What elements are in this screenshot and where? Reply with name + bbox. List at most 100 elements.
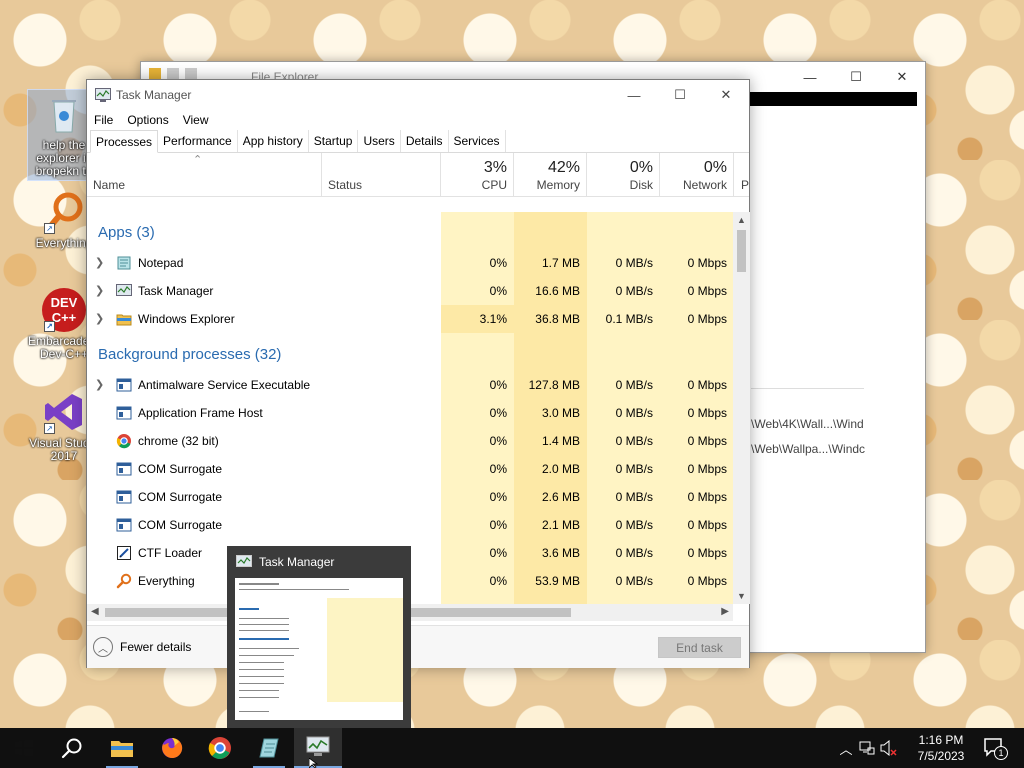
- footer-bar: ︿ Fewer details End task: [87, 625, 749, 668]
- scroll-right-icon[interactable]: ▶: [721, 606, 729, 617]
- menu-options[interactable]: Options: [127, 113, 168, 127]
- disk-total: 0%: [629, 159, 653, 176]
- memory-value: 2.0 MB: [541, 462, 580, 476]
- mini-line: [239, 630, 289, 631]
- process-window-icon: [116, 489, 132, 505]
- file-path[interactable]: \Web\Wallpa...\Windc: [751, 442, 865, 456]
- mini-line: [239, 624, 289, 625]
- mini-line: [239, 655, 294, 656]
- tab-app-history[interactable]: App history: [238, 130, 309, 152]
- minimize-button[interactable]: —: [787, 62, 833, 92]
- network-icon[interactable]: [856, 740, 878, 756]
- tab-services[interactable]: Services: [449, 130, 506, 152]
- table-row[interactable]: chrome (32 bit) 0% 1.4 MB 0 MB/s 0 Mbps: [87, 427, 733, 455]
- mini-line: [239, 583, 279, 585]
- column-header-cpu[interactable]: 3% CPU: [441, 153, 514, 197]
- process-name: Everything: [138, 574, 195, 588]
- taskbar-search-button[interactable]: [48, 728, 96, 768]
- memory-value: 127.8 MB: [528, 378, 580, 392]
- column-header-memory[interactable]: 42% Memory: [514, 153, 587, 197]
- cpu-value: 0%: [489, 518, 507, 532]
- table-row[interactable]: ❯ Antimalware Service Executable 0% 127.…: [87, 371, 733, 399]
- column-header-disk[interactable]: 0% Disk: [587, 153, 660, 197]
- scroll-left-icon[interactable]: ◀: [91, 606, 99, 617]
- cpu-value: 0%: [489, 284, 507, 298]
- chevron-right-icon[interactable]: ❯: [95, 378, 104, 391]
- table-row[interactable]: ❯ Windows Explorer 3.1% 36.8 MB 0.1 MB/s…: [87, 305, 733, 333]
- process-name: Task Manager: [138, 284, 214, 298]
- scroll-thumb[interactable]: [737, 230, 746, 272]
- memory-value: 2.1 MB: [541, 518, 580, 532]
- vertical-scrollbar[interactable]: ▲ ▼: [733, 212, 750, 604]
- file-path[interactable]: \Web\4K\Wall...\Wind: [751, 417, 864, 431]
- tab-startup[interactable]: Startup: [309, 130, 359, 152]
- group-header-background: Background processes (32): [98, 346, 282, 363]
- taskbar-notepad[interactable]: [245, 728, 293, 768]
- close-button[interactable]: ✕: [879, 62, 925, 92]
- disk-value: 0 MB/s: [615, 256, 653, 270]
- tab-processes[interactable]: Processes: [90, 130, 159, 153]
- taskbar-chrome[interactable]: [196, 728, 244, 768]
- table-row[interactable]: Application Frame Host 0% 3.0 MB 0 MB/s …: [87, 399, 733, 427]
- scroll-up-icon[interactable]: ▲: [737, 215, 746, 225]
- chevron-right-icon[interactable]: ❯: [95, 312, 104, 325]
- clock-time: 1:16 PM: [918, 733, 964, 747]
- system-clock[interactable]: 1:16 PM 7/5/2023: [910, 732, 972, 764]
- window-controls: — ☐ ✕: [611, 80, 749, 110]
- cpu-value: 0%: [489, 256, 507, 270]
- address-bar[interactable]: [749, 92, 917, 106]
- taskbar-thumbnail-preview[interactable]: Task Manager: [227, 546, 411, 728]
- notification-center-button[interactable]: 1: [980, 734, 1010, 762]
- notepad-icon: [116, 255, 132, 271]
- table-row[interactable]: COM Surrogate 0% 2.1 MB 0 MB/s 0 Mbps: [87, 511, 733, 539]
- minimize-button[interactable]: —: [611, 80, 657, 110]
- table-row[interactable]: ❯ Task Manager 0% 16.6 MB 0 MB/s 0 Mbps: [87, 277, 733, 305]
- chevron-up-icon[interactable]: ︿: [836, 739, 856, 758]
- column-label: Name: [93, 178, 126, 192]
- taskbar-firefox[interactable]: [148, 728, 196, 768]
- end-task-button[interactable]: End task: [658, 637, 741, 658]
- tab-users[interactable]: Users: [358, 130, 401, 152]
- disk-value: 0 MB/s: [615, 574, 653, 588]
- close-button[interactable]: ✕: [703, 80, 749, 110]
- menu-bar: File Options View: [87, 110, 749, 130]
- column-header-status[interactable]: Status: [322, 153, 441, 197]
- scroll-down-icon[interactable]: ▼: [737, 591, 746, 601]
- cpu-value: 0%: [489, 378, 507, 392]
- table-row[interactable]: COM Surrogate 0% 2.6 MB 0 MB/s 0 Mbps: [87, 483, 733, 511]
- tab-details[interactable]: Details: [401, 130, 449, 152]
- chrome-icon: [116, 433, 132, 449]
- chevron-right-icon[interactable]: ❯: [95, 256, 104, 269]
- network-value: 0 Mbps: [687, 406, 727, 420]
- memory-value: 16.6 MB: [535, 284, 580, 298]
- menu-file[interactable]: File: [94, 113, 113, 127]
- memory-value: 2.6 MB: [541, 490, 580, 504]
- tab-performance[interactable]: Performance: [158, 130, 238, 152]
- process-name: Antimalware Service Executable: [138, 378, 311, 392]
- network-value: 0 Mbps: [687, 518, 727, 532]
- mini-line: [239, 697, 279, 698]
- window-title: Task Manager: [116, 88, 192, 102]
- start-button[interactable]: [0, 728, 48, 768]
- title-bar[interactable]: Task Manager — ☐ ✕: [87, 80, 749, 110]
- table-row[interactable]: COM Surrogate 0% 2.0 MB 0 MB/s 0 Mbps: [87, 455, 733, 483]
- task-manager-window[interactable]: Task Manager — ☐ ✕ File Options View Pro…: [86, 79, 750, 668]
- chevron-right-icon[interactable]: ❯: [95, 284, 104, 297]
- process-name: CTF Loader: [138, 546, 203, 560]
- clock-date: 7/5/2023: [917, 749, 965, 763]
- menu-view[interactable]: View: [183, 113, 209, 127]
- network-value: 0 Mbps: [687, 574, 727, 588]
- column-header-power[interactable]: P: [734, 153, 750, 197]
- fewer-details-label: Fewer details: [120, 640, 192, 654]
- task-manager-icon: [236, 555, 252, 569]
- mouse-cursor-icon: [309, 758, 319, 768]
- fewer-details-button[interactable]: ︿ Fewer details: [93, 637, 191, 657]
- column-header-name[interactable]: ⌃ Name: [87, 153, 322, 197]
- volume-muted-icon[interactable]: [878, 740, 900, 756]
- maximize-button[interactable]: ☐: [657, 80, 703, 110]
- taskbar-file-explorer[interactable]: [98, 728, 146, 768]
- table-row[interactable]: ❯ Notepad 0% 1.7 MB 0 MB/s 0 Mbps: [87, 249, 733, 277]
- column-header-network[interactable]: 0% Network: [660, 153, 734, 197]
- task-manager-icon: [306, 736, 330, 756]
- maximize-button[interactable]: ☐: [833, 62, 879, 92]
